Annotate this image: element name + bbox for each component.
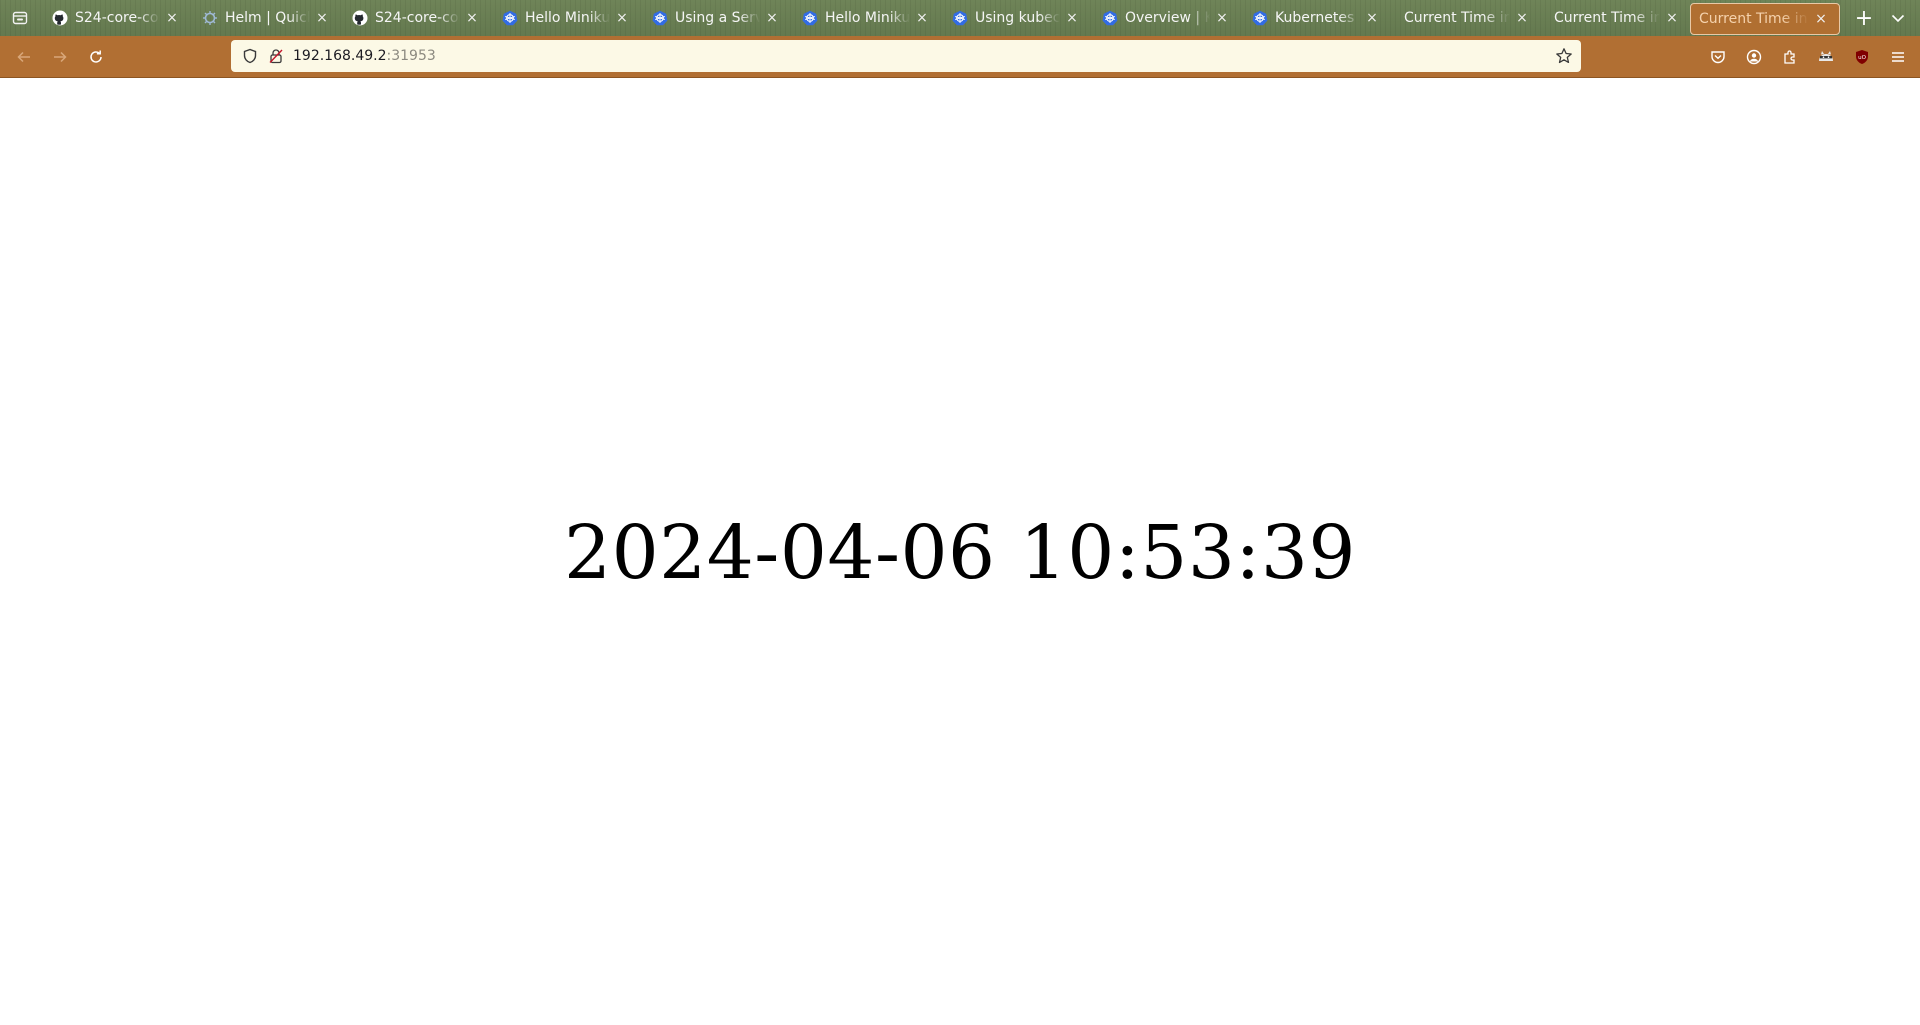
tab-title: Kubernetes Components — [1275, 10, 1360, 26]
tab-helm[interactable]: Helm | Quickstart × — [190, 3, 340, 33]
tab-current-time-active[interactable]: Current Time in M × — [1690, 2, 1840, 35]
tab-current-time-2[interactable]: Current Time in M × — [1540, 3, 1690, 33]
close-tab-icon[interactable]: × — [1664, 10, 1680, 26]
navigation-toolbar: 192.168.49.2:31953 uO — [0, 36, 1920, 78]
close-tab-icon[interactable]: × — [1514, 10, 1530, 26]
tab-title: Hello Minikube — [825, 10, 910, 26]
ninja-cat-icon — [1819, 51, 1833, 61]
list-all-tabs-button[interactable] — [1884, 0, 1912, 36]
close-tab-icon[interactable]: × — [1364, 10, 1380, 26]
reload-icon — [90, 50, 102, 63]
puzzle-icon — [1784, 50, 1795, 64]
kubernetes-icon — [952, 10, 968, 26]
github-icon — [352, 10, 368, 26]
account-icon — [1746, 49, 1762, 65]
close-tab-icon[interactable]: × — [764, 10, 780, 26]
tab-strip: S24-core-course × Helm | Quickstart × S2… — [0, 0, 1920, 36]
extension-ninja-button[interactable] — [1808, 39, 1844, 75]
tab-using-a-service[interactable]: Using a Service × — [640, 3, 790, 33]
tab-title: Current Time in M — [1554, 10, 1660, 26]
kubernetes-icon — [1252, 10, 1268, 26]
tab-using-kubectl[interactable]: Using kubectl × — [940, 3, 1090, 33]
close-tab-icon[interactable]: × — [1214, 10, 1230, 26]
ublock-origin-button[interactable]: uO — [1844, 39, 1880, 75]
close-tab-icon[interactable]: × — [614, 10, 630, 26]
kubernetes-icon — [652, 10, 668, 26]
insecure-lock-icon[interactable] — [267, 47, 285, 65]
tab-title: Helm | Quickstart — [225, 10, 310, 26]
tab-title: Current Time in M — [1404, 10, 1510, 26]
kubernetes-icon — [502, 10, 518, 26]
account-button[interactable] — [1736, 39, 1772, 75]
helm-icon — [202, 10, 218, 26]
forward-button[interactable] — [42, 39, 78, 75]
tab-title: Using kubectl — [975, 10, 1060, 26]
tab-github-2[interactable]: S24-core-course × — [340, 3, 490, 33]
url-host[interactable]: 192.168.49.2 — [293, 48, 387, 64]
arrow-left-icon — [17, 51, 30, 62]
reload-button[interactable] — [78, 39, 114, 75]
close-tab-icon[interactable]: × — [1813, 11, 1829, 27]
toolbar-right: uO — [1700, 36, 1920, 78]
hamburger-menu-icon — [1892, 52, 1904, 62]
tab-hello-minikube-2[interactable]: Hello Minikube × — [790, 3, 940, 33]
close-tab-icon[interactable]: × — [164, 10, 180, 26]
pocket-icon — [1711, 51, 1725, 64]
tab-title: S24-core-course — [375, 10, 460, 26]
new-tab-button[interactable]: + — [1844, 0, 1884, 36]
ublock-shield-icon: uO — [1856, 50, 1868, 64]
extensions-button[interactable] — [1772, 39, 1808, 75]
bookmark-star-icon[interactable] — [1555, 47, 1573, 65]
chevron-down-icon — [1891, 14, 1905, 23]
arrow-right-icon — [54, 51, 67, 62]
close-tab-icon[interactable]: × — [464, 10, 480, 26]
application-menu-button[interactable] — [1880, 39, 1916, 75]
tab-hello-minikube-1[interactable]: Hello Minikube × — [490, 3, 640, 33]
tab-overview-kubernetes[interactable]: Overview | Kubernetes × — [1090, 3, 1240, 33]
tab-title: S24-core-course — [75, 10, 160, 26]
github-icon — [52, 10, 68, 26]
kubernetes-icon — [802, 10, 818, 26]
tab-title: Using a Service — [675, 10, 760, 26]
tab-title: Hello Minikube — [525, 10, 610, 26]
close-tab-icon[interactable]: × — [914, 10, 930, 26]
page-content: 2024-04-06 10:53:39 — [0, 78, 1920, 1025]
address-bar[interactable]: 192.168.49.2:31953 — [231, 40, 1581, 72]
firefox-view-button[interactable] — [0, 0, 40, 36]
kubernetes-icon — [1102, 10, 1118, 26]
close-tab-icon[interactable]: × — [1064, 10, 1080, 26]
url-port[interactable]: :31953 — [387, 48, 436, 64]
tab-kubernetes-components[interactable]: Kubernetes Components × — [1240, 3, 1390, 33]
tab-title: Current Time in M — [1699, 10, 1809, 27]
close-tab-icon[interactable]: × — [314, 10, 330, 26]
tab-title: Overview | Kubernetes — [1125, 10, 1210, 26]
back-button[interactable] — [6, 39, 42, 75]
shield-icon[interactable] — [241, 47, 259, 65]
pocket-button[interactable] — [1700, 39, 1736, 75]
svg-text:uO: uO — [1858, 55, 1866, 61]
plus-icon: + — [1854, 5, 1874, 31]
firefox-view-icon — [12, 11, 28, 25]
current-datetime: 2024-04-06 10:53:39 — [563, 510, 1357, 596]
tab-github-1[interactable]: S24-core-course × — [40, 3, 190, 33]
tab-current-time-1[interactable]: Current Time in M × — [1390, 3, 1540, 33]
